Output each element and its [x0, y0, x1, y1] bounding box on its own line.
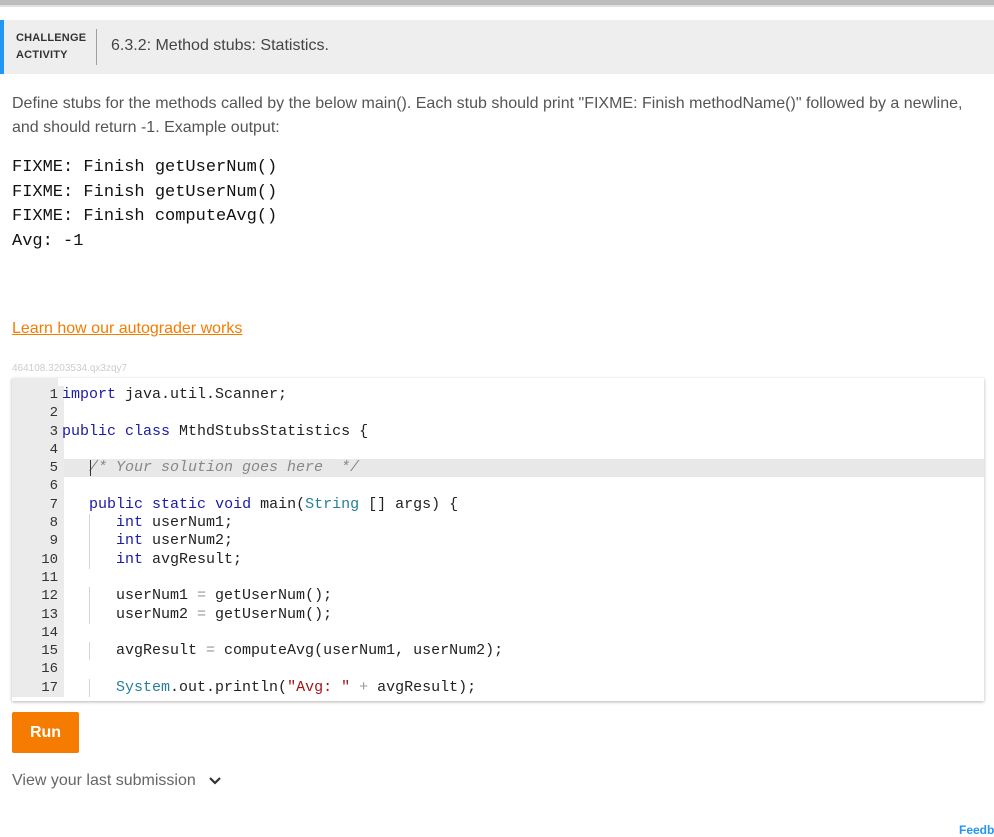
code-line: 13 userNum2 = getUserNum(); [12, 605, 984, 624]
line-number: 9 [12, 532, 64, 551]
code-editor[interactable]: 1 import java.util.Scanner; 2 3 public c… [12, 378, 984, 701]
code-line: 11 [12, 568, 984, 588]
code-line: 1 import java.util.Scanner; [12, 386, 984, 405]
example-line: FIXME: Finish getUserNum() [12, 182, 278, 202]
badge-line2: ACTIVITY [16, 49, 68, 61]
code-line: 3 public class MthdStubsStatistics { [12, 422, 984, 441]
autograder-link[interactable]: Learn how our autograder works [12, 320, 242, 338]
line-code: int userNum2; [116, 532, 234, 550]
activity-description: Define stubs for the methods called by t… [12, 95, 963, 136]
example-line: FIXME: Finish getUserNum() [12, 158, 278, 177]
line-number: 10 [12, 550, 64, 569]
line-number: 12 [12, 587, 64, 606]
code-line: 2 [12, 404, 984, 423]
line-number: 1 [12, 386, 64, 405]
line-number: 15 [12, 642, 64, 661]
view-last-submission[interactable]: View your last submission [12, 772, 222, 790]
line-code: /* Your solution goes here */ [89, 459, 360, 477]
code-line: 15 avgResult = computeAvg(userNum1, user… [12, 642, 984, 661]
header-divider [96, 29, 97, 65]
line-code: int userNum1; [116, 514, 234, 532]
line-number: 14 [12, 623, 64, 643]
line-number: 3 [12, 422, 64, 441]
line-number: 17 [12, 678, 64, 698]
text-cursor [90, 460, 91, 477]
activity-header: CHALLENGE ACTIVITY 6.3.2: Method stubs: … [0, 20, 994, 74]
badge-line1: CHALLENGE [16, 32, 87, 44]
line-code: public class MthdStubsStatistics { [62, 422, 369, 440]
line-number: 4 [12, 440, 64, 460]
line-code: System.out.println("Avg: " + avgResult); [116, 678, 477, 696]
line-code: public static void main(String [] args) … [89, 495, 459, 513]
code-line: 4 [12, 440, 984, 460]
code-line-active[interactable]: 5 /* Your solution goes here */ [12, 459, 984, 478]
line-code: import java.util.Scanner; [62, 386, 288, 403]
code-line: 10 int avgResult; [12, 550, 984, 569]
line-number: 6 [12, 477, 64, 496]
example-output: FIXME: Finish getUserNum() FIXME: Finish… [12, 156, 277, 254]
code-line: 6 [12, 477, 984, 496]
code-line: 12 userNum1 = getUserNum(); [12, 587, 984, 606]
example-line: FIXME: Finish computeAvg() [12, 207, 278, 226]
code-line: 7 public static void main(String [] args… [12, 495, 984, 515]
code-line: 17 System.out.println("Avg: " + avgResul… [12, 678, 984, 698]
line-number: 13 [12, 605, 64, 624]
line-code: userNum1 = getUserNum(); [62, 587, 333, 605]
line-number: 5 [12, 459, 64, 478]
code-line: 9 int userNum2; [12, 532, 984, 551]
activity-id: 464108.3203534.qx3zqy7 [12, 363, 128, 374]
line-number: 11 [12, 568, 64, 588]
run-button[interactable]: Run [12, 712, 79, 753]
code-line: 16 [12, 660, 984, 679]
activity-badge: CHALLENGE ACTIVITY [16, 30, 86, 64]
line-code: avgResult = computeAvg(userNum1, userNum… [62, 642, 504, 660]
line-number: 2 [12, 404, 64, 423]
line-code: userNum2 = getUserNum(); [62, 605, 333, 623]
activity-title: 6.3.2: Method stubs: Statistics. [111, 37, 329, 54]
example-line: Avg: -1 [12, 231, 84, 251]
line-number: 7 [12, 495, 64, 515]
line-code: int avgResult; [116, 550, 243, 568]
view-last-label: View your last submission [12, 772, 196, 789]
line-number: 8 [12, 514, 64, 533]
chevron-down-icon [209, 777, 221, 785]
code-line: 8 int userNum1; [12, 514, 984, 533]
top-border-shadow [0, 5, 994, 7]
line-number: 16 [12, 660, 64, 679]
code-line: 14 [12, 623, 984, 643]
